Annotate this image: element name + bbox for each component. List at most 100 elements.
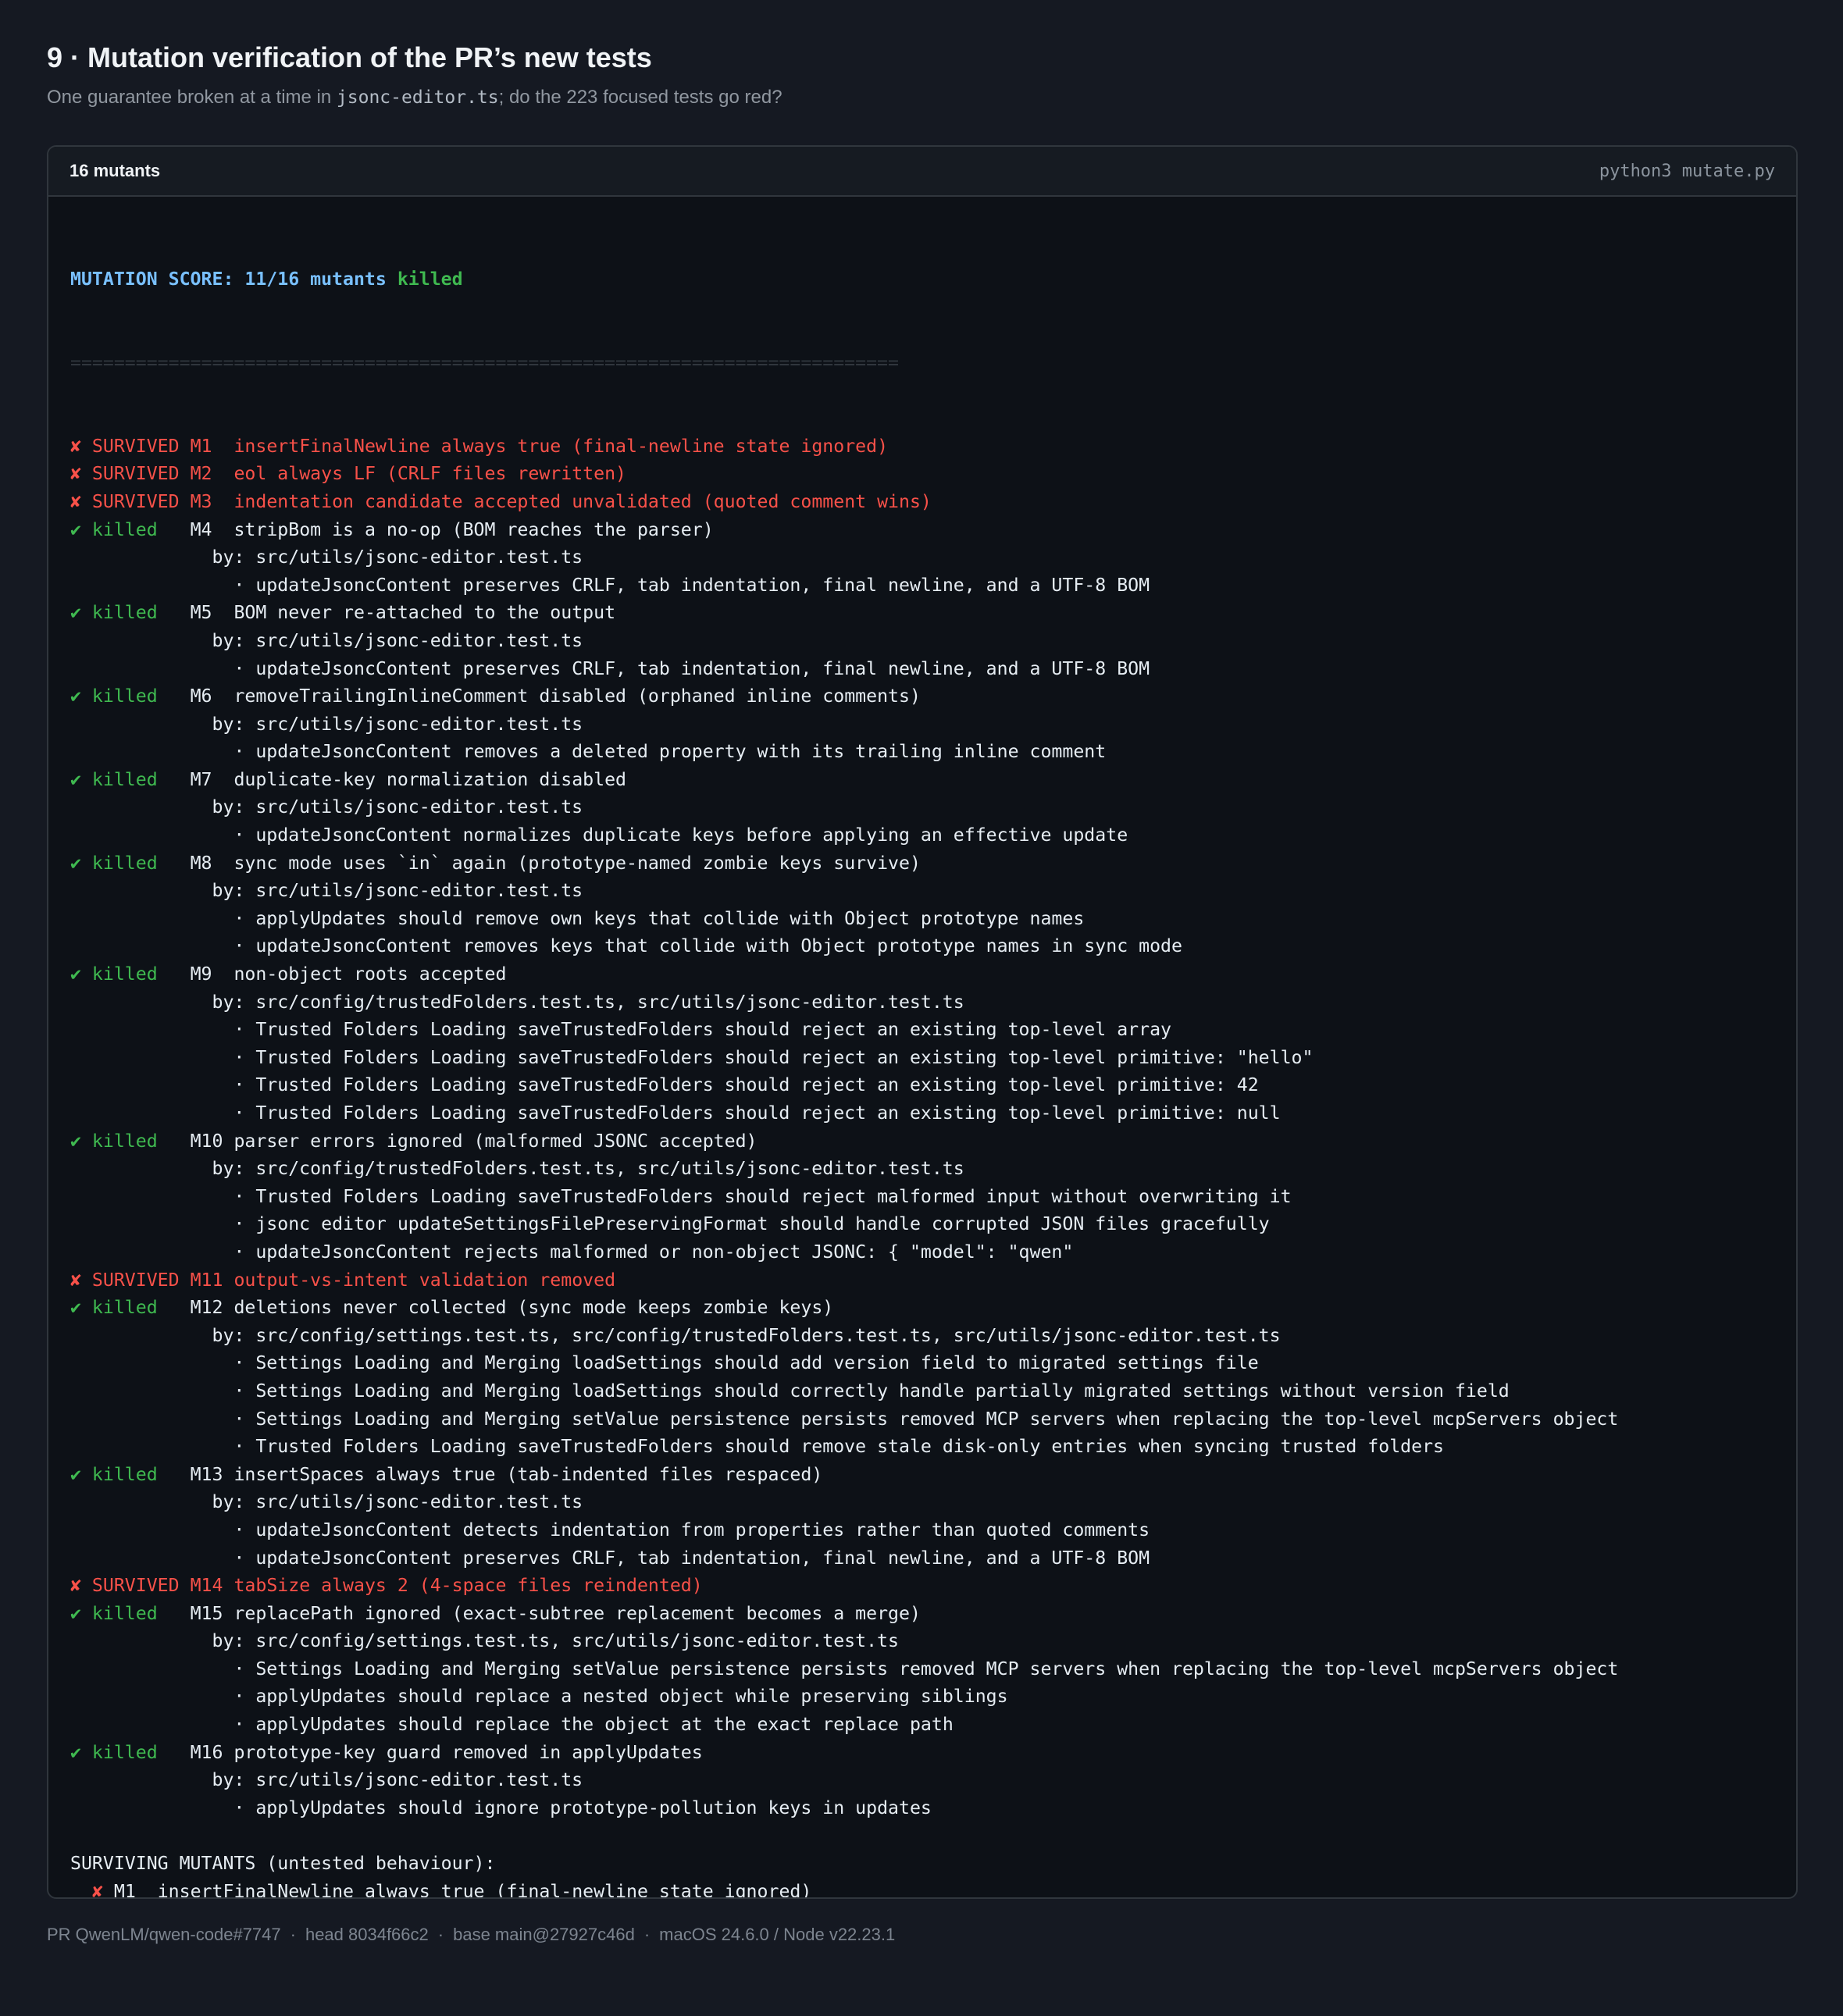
mutant-id: M12 (190, 1297, 223, 1319)
mutant-id: M10 (190, 1130, 223, 1152)
killing-test-line: · updateJsoncContent removes a deleted p… (70, 738, 1774, 766)
mutant-id: M13 (190, 1463, 223, 1485)
killed-by-line: by: src/config/trustedFolders.test.ts, s… (70, 988, 1774, 1017)
killing-test-name: updateJsoncContent rejects malformed or … (255, 1241, 1074, 1263)
terminal-card: 16 mutants python3 mutate.py MUTATION SC… (47, 145, 1798, 1899)
mutant-status: ✔ killed (70, 686, 180, 707)
killing-test-name: Trusted Folders Loading saveTrustedFolde… (255, 1074, 1259, 1096)
mutant-description: BOM never re-attached to the output (233, 602, 616, 624)
page: 9 · Mutation verification of the PR’s ne… (47, 41, 1798, 1899)
killing-test-name: applyUpdates should replace the object a… (255, 1714, 954, 1736)
terminal-output: MUTATION SCORE: 11/16 mutants killed ===… (48, 197, 1796, 1899)
bullet-glyph: · (233, 1686, 245, 1708)
bullet-glyph: · (233, 1436, 245, 1458)
surviving-id: M1 (113, 1880, 147, 1899)
killed-by-files: src/utils/jsonc-editor.test.ts (255, 547, 583, 568)
mutant-id: M2 (190, 463, 223, 485)
killing-test-name: Trusted Folders Loading saveTrustedFolde… (255, 1019, 1171, 1041)
killing-test-line: · Trusted Folders Loading saveTrustedFol… (70, 1044, 1774, 1072)
mutant-id: M16 (190, 1741, 223, 1763)
subtitle-text-post: ; do the 223 focused tests go red? (498, 87, 782, 108)
mutant-status: ✔ killed (70, 768, 180, 790)
bullet-glyph: · (233, 574, 245, 596)
mutant-description: non-object roots accepted (233, 963, 507, 985)
bullet-glyph: · (233, 741, 245, 763)
killed-by-line: by: src/utils/jsonc-editor.test.ts (70, 877, 1774, 905)
mutant-id: M5 (190, 602, 223, 624)
bullet-glyph: · (233, 825, 245, 846)
killed-by-line: by: src/utils/jsonc-editor.test.ts (70, 1488, 1774, 1516)
killing-test-line: · Trusted Folders Loading saveTrustedFol… (70, 1183, 1774, 1211)
mutant-status: ✔ killed (70, 1463, 180, 1485)
killing-test-line: · applyUpdates should remove own keys th… (70, 905, 1774, 933)
killed-by-prefix: by: (212, 1491, 256, 1513)
mutant-description: deletions never collected (sync mode kee… (233, 1297, 834, 1319)
mutant-description: eol always LF (CRLF files rewritten) (233, 463, 626, 485)
mutant-id: M15 (190, 1602, 223, 1624)
bullet-glyph: · (233, 1213, 245, 1235)
bullet-glyph: · (233, 1352, 245, 1374)
killing-test-name: applyUpdates should remove own keys that… (255, 907, 1085, 929)
killing-test-line: · Trusted Folders Loading saveTrustedFol… (70, 1016, 1774, 1044)
mutant-id: M9 (190, 963, 223, 985)
killed-by-line: by: src/utils/jsonc-editor.test.ts (70, 793, 1774, 821)
killed-by-files: src/utils/jsonc-editor.test.ts (255, 796, 583, 818)
killed-by-prefix: by: (212, 547, 256, 568)
killing-test-line: · Settings Loading and Merging setValue … (70, 1655, 1774, 1683)
bullet-glyph: · (233, 1019, 245, 1041)
bullet-glyph: · (233, 1380, 245, 1402)
mutant-status: ✔ killed (70, 602, 180, 624)
surviving-heading: SURVIVING MUTANTS (untested behaviour): (70, 1853, 496, 1875)
mutant-status: ✘ SURVIVED (70, 435, 180, 457)
bullet-glyph: · (233, 1046, 245, 1068)
killing-test-line: · Settings Loading and Merging setValue … (70, 1405, 1774, 1434)
killing-test-name: Trusted Folders Loading saveTrustedFolde… (255, 1102, 1281, 1124)
mutant-description: sync mode uses `in` again (prototype-nam… (233, 852, 921, 874)
mutant-id: M11 (190, 1269, 223, 1291)
mutant-status: ✘ SURVIVED (70, 1269, 180, 1291)
mutant-status: ✘ SURVIVED (70, 1575, 180, 1597)
page-subtitle: One guarantee broken at a time in jsonc-… (47, 86, 1796, 109)
killed-by-line: by: src/config/settings.test.ts, src/con… (70, 1322, 1774, 1350)
bullet-glyph: · (233, 1797, 245, 1818)
mutant-status: ✘ SURVIVED (70, 463, 180, 485)
mutant-line: ✔ killed M4 stripBom is a no-op (BOM rea… (70, 516, 1774, 544)
mutant-line: ✔ killed M6 removeTrailingInlineComment … (70, 682, 1774, 711)
mutant-status: ✔ killed (70, 963, 180, 985)
killed-by-files: src/utils/jsonc-editor.test.ts (255, 1769, 583, 1791)
killed-by-line: by: src/utils/jsonc-editor.test.ts (70, 543, 1774, 572)
footer-item: base main@27927c46d (453, 1925, 635, 1944)
killing-test-name: updateJsoncContent normalizes duplicate … (255, 825, 1128, 846)
mutant-id: M14 (190, 1575, 223, 1597)
killing-test-line: · Trusted Folders Loading saveTrustedFol… (70, 1071, 1774, 1099)
mutant-status: ✔ killed (70, 852, 180, 874)
mutant-description: indentation candidate accepted unvalidat… (233, 490, 932, 512)
card-title: 16 mutants (70, 161, 161, 180)
mutant-id: M6 (190, 686, 223, 707)
bullet-glyph: · (233, 1519, 245, 1540)
mutant-line: ✘ SURVIVED M3 indentation candidate acce… (70, 488, 1774, 516)
footer-item: PR QwenLM/qwen-code#7747 (47, 1925, 281, 1944)
killing-test-name: updateJsoncContent removes a deleted pro… (255, 741, 1107, 763)
killed-by-prefix: by: (212, 880, 256, 902)
killed-by-prefix: by: (212, 796, 256, 818)
mutant-line: ✔ killed M12 deletions never collected (… (70, 1294, 1774, 1322)
killing-test-line: · Settings Loading and Merging loadSetti… (70, 1377, 1774, 1405)
bullet-glyph: · (233, 1714, 245, 1736)
killed-by-files: src/config/trustedFolders.test.ts, src/u… (255, 1158, 964, 1180)
footer-separator: · (437, 1925, 444, 1944)
killed-by-files: src/utils/jsonc-editor.test.ts (255, 713, 583, 735)
bullet-glyph: · (233, 657, 245, 679)
bullet-glyph: · (233, 1241, 245, 1263)
cross-icon: ✘ (91, 1880, 103, 1899)
mutant-line: ✔ killed M15 replacePath ignored (exact-… (70, 1600, 1774, 1628)
bullet-glyph: · (233, 1185, 245, 1207)
killed-by-prefix: by: (212, 713, 256, 735)
killing-test-name: updateJsoncContent removes keys that col… (255, 935, 1182, 957)
mutant-line: ✔ killed M13 insertSpaces always true (t… (70, 1461, 1774, 1489)
footer: PR QwenLM/qwen-code#7747 · head 8034f66c2 ·… (47, 1925, 895, 1945)
page-title: 9 · Mutation verification of the PR’s ne… (47, 41, 652, 73)
killing-test-name: Trusted Folders Loading saveTrustedFolde… (255, 1436, 1444, 1458)
mutant-description: replacePath ignored (exact-subtree repla… (233, 1602, 921, 1624)
